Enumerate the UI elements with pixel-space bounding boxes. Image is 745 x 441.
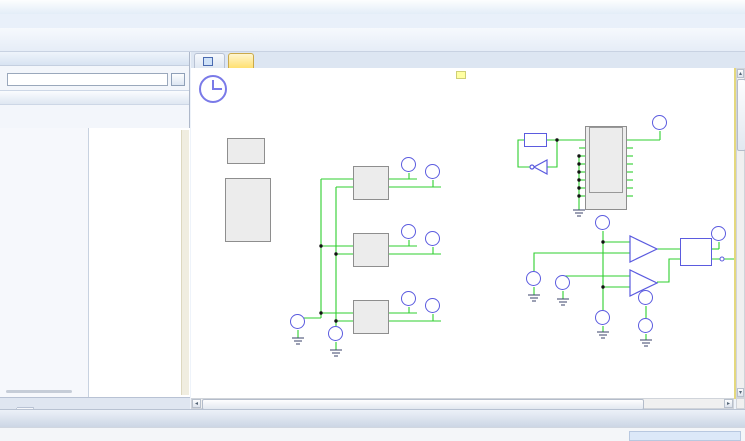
voltmeter-carrier[interactable] [595, 215, 610, 230]
search-button[interactable] [171, 73, 185, 86]
document-tabs [191, 52, 745, 69]
library-tree [0, 128, 89, 397]
voltmeter-pwm1[interactable] [711, 226, 726, 241]
folder-scrollbar[interactable] [181, 130, 189, 395]
title-bar [0, 0, 745, 15]
note-annotation[interactable] [456, 71, 466, 79]
voltmeter-v2[interactable] [425, 164, 440, 179]
voltmeter-interrupt[interactable] [652, 115, 667, 130]
schematic-canvas[interactable] [191, 68, 736, 399]
voltmeter-v4[interactable] [425, 231, 440, 246]
search-input[interactable] [7, 73, 168, 86]
dsp-clock-block[interactable] [227, 138, 265, 164]
voltmeter-v6[interactable] [425, 298, 440, 313]
dout-pins-right [621, 128, 622, 192]
tab-ssdax[interactable] [228, 53, 254, 68]
resistor-10k[interactable] [524, 133, 547, 147]
main-toolbar [0, 28, 745, 52]
dout-block[interactable] [585, 126, 627, 210]
library-panel-header [0, 52, 189, 66]
library-folder-list [89, 128, 190, 397]
status-progress-box [629, 431, 741, 441]
source-ca[interactable] [290, 314, 305, 329]
element-toolbar [0, 409, 745, 427]
voltmeter-v5[interactable] [401, 291, 416, 306]
pwm-block-3[interactable] [353, 300, 389, 334]
tab-welcome[interactable] [194, 53, 225, 68]
pwm-block-2[interactable] [353, 233, 389, 267]
voltmeter-pwmb6[interactable] [638, 290, 653, 305]
dout-pins-left [590, 128, 591, 192]
sine-source[interactable] [595, 310, 610, 325]
source-ca1[interactable] [526, 271, 541, 286]
tree-scrollbar[interactable] [6, 390, 72, 393]
board-config-block[interactable] [225, 178, 271, 242]
section-header [0, 90, 189, 105]
status-bar [0, 427, 745, 441]
voltmeter-v1[interactable] [401, 157, 416, 172]
square-source[interactable] [638, 318, 653, 333]
source-cb[interactable] [328, 326, 343, 341]
window-icon [203, 57, 213, 66]
menu-bar [0, 14, 745, 29]
library-browser-panel [0, 52, 190, 397]
canvas-vscrollbar[interactable]: ▴ ▾ [736, 68, 745, 398]
scroll-corner [736, 398, 745, 409]
source-cb1[interactable] [555, 275, 570, 290]
canvas-hscrollbar[interactable]: ◂ ▸ [191, 398, 734, 409]
sr-flipflop[interactable] [680, 238, 712, 266]
pwm-block-1[interactable] [353, 166, 389, 200]
voltmeter-v3[interactable] [401, 224, 416, 239]
